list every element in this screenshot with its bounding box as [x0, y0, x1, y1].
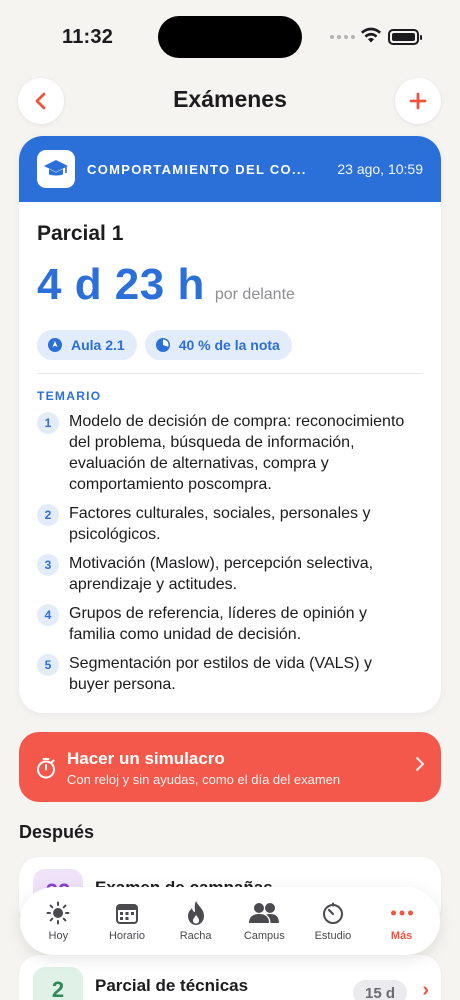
- location-pin-icon: [48, 338, 62, 352]
- tab-label: Horario: [108, 930, 146, 942]
- divider: [37, 373, 423, 374]
- list-item: 5 Segmentación por estilos de vida (VALS…: [37, 653, 407, 695]
- tab-label: Más: [390, 930, 413, 942]
- pie-chart-icon: [155, 338, 170, 352]
- timer-icon: [322, 902, 343, 924]
- graduation-cap-icon: [37, 150, 75, 188]
- status-bar: 11:32: [0, 0, 460, 76]
- tab-label: Campus: [243, 930, 285, 942]
- section-heading-later: Después: [19, 822, 95, 842]
- list-item: 3 Motivación (Maslow), percepción select…: [37, 553, 407, 595]
- tab-mas[interactable]: Más: [369, 900, 435, 942]
- plus-icon: [409, 92, 427, 110]
- days-remaining-badge: 15 d: [352, 980, 407, 1000]
- countdown-suffix: por delante: [214, 286, 295, 303]
- tab-label: Hoy: [48, 930, 69, 942]
- stopwatch-icon: [37, 758, 55, 779]
- exam-day-badge: 2: [33, 967, 83, 1000]
- chevron-right-icon: ›: [422, 979, 429, 1000]
- list-item: 2 Factores culturales, sociales, persona…: [37, 503, 407, 545]
- sun-icon: [46, 901, 70, 925]
- status-time: 11:32: [62, 26, 114, 48]
- topic-number: 2: [37, 504, 59, 526]
- signal-icon: [330, 35, 355, 39]
- topic-text: Modelo de decisión de compra: reconocimi…: [69, 413, 405, 493]
- chevron-right-icon: [416, 757, 424, 771]
- topic-text: Segmentación por estilos de vida (VALS) …: [69, 655, 372, 693]
- tab-bar: Hoy Horario Racha Campus Estudio Más: [20, 887, 440, 955]
- exam-date: 23 ago, 10:59: [337, 161, 423, 177]
- exam-card-header: COMPORTAMIENTO DEL CO... 23 ago, 10:59: [19, 136, 441, 202]
- nav-bar: Exámenes: [0, 78, 460, 126]
- topic-text: Factores culturales, sociales, personale…: [69, 505, 371, 543]
- countdown: 4 d 23 h por delante: [37, 260, 295, 310]
- list-item: 1 Modelo de decisión de compra: reconoci…: [37, 411, 407, 495]
- topic-number: 3: [37, 554, 59, 576]
- upcoming-exam-title: Parcial de técnicas: [95, 976, 249, 995]
- exam-title: Parcial 1: [37, 222, 124, 245]
- exam-chips: Aula 2.1 40 % de la nota: [37, 330, 292, 360]
- tab-hoy[interactable]: Hoy: [25, 900, 91, 942]
- tab-horario[interactable]: Horario: [94, 900, 160, 942]
- page-title: Exámenes: [173, 86, 287, 112]
- simulation-title: Hacer un simulacro: [67, 749, 225, 768]
- exam-card[interactable]: COMPORTAMIENTO DEL CO... 23 ago, 10:59 P…: [19, 136, 441, 713]
- tab-racha[interactable]: Racha: [163, 900, 229, 942]
- syllabus-list: 1 Modelo de decisión de compra: reconoci…: [37, 411, 407, 703]
- topic-number: 5: [37, 654, 59, 676]
- dynamic-island: [158, 16, 302, 58]
- tab-campus[interactable]: Campus: [231, 900, 297, 942]
- topic-text: Motivación (Maslow), percepción selectiv…: [69, 555, 374, 593]
- weight-label: 40 % de la nota: [178, 337, 280, 353]
- simulation-subtitle: Con reloj y sin ayudas, como el día del …: [67, 772, 341, 787]
- tab-estudio[interactable]: Estudio: [300, 900, 366, 942]
- tab-label: Racha: [179, 930, 212, 942]
- calendar-icon: [115, 904, 138, 924]
- add-exam-button[interactable]: [395, 78, 441, 124]
- topic-text: Grupos de referencia, líderes de opinión…: [69, 605, 367, 643]
- topic-number: 4: [37, 604, 59, 626]
- room-chip: Aula 2.1: [37, 330, 137, 360]
- weight-chip: 40 % de la nota: [144, 330, 292, 360]
- topic-number: 1: [37, 412, 59, 434]
- syllabus-label: TEMARIO: [37, 389, 102, 403]
- course-name: COMPORTAMIENTO DEL CO...: [87, 161, 307, 177]
- tab-label: Estudio: [314, 930, 352, 942]
- wifi-icon: [361, 27, 381, 43]
- start-simulation-button[interactable]: Hacer un simulacro Con reloj y sin ayuda…: [19, 732, 441, 802]
- more-icon: [390, 910, 413, 916]
- people-icon: [249, 903, 280, 923]
- upcoming-exam-row[interactable]: 2 Parcial de técnicas 15 d ›: [19, 955, 441, 1000]
- flame-icon: [187, 901, 204, 925]
- battery-icon: [388, 29, 422, 45]
- list-item: 4 Grupos de referencia, líderes de opini…: [37, 603, 407, 645]
- room-label: Aula 2.1: [71, 337, 125, 353]
- countdown-value: 4 d 23 h: [37, 260, 205, 309]
